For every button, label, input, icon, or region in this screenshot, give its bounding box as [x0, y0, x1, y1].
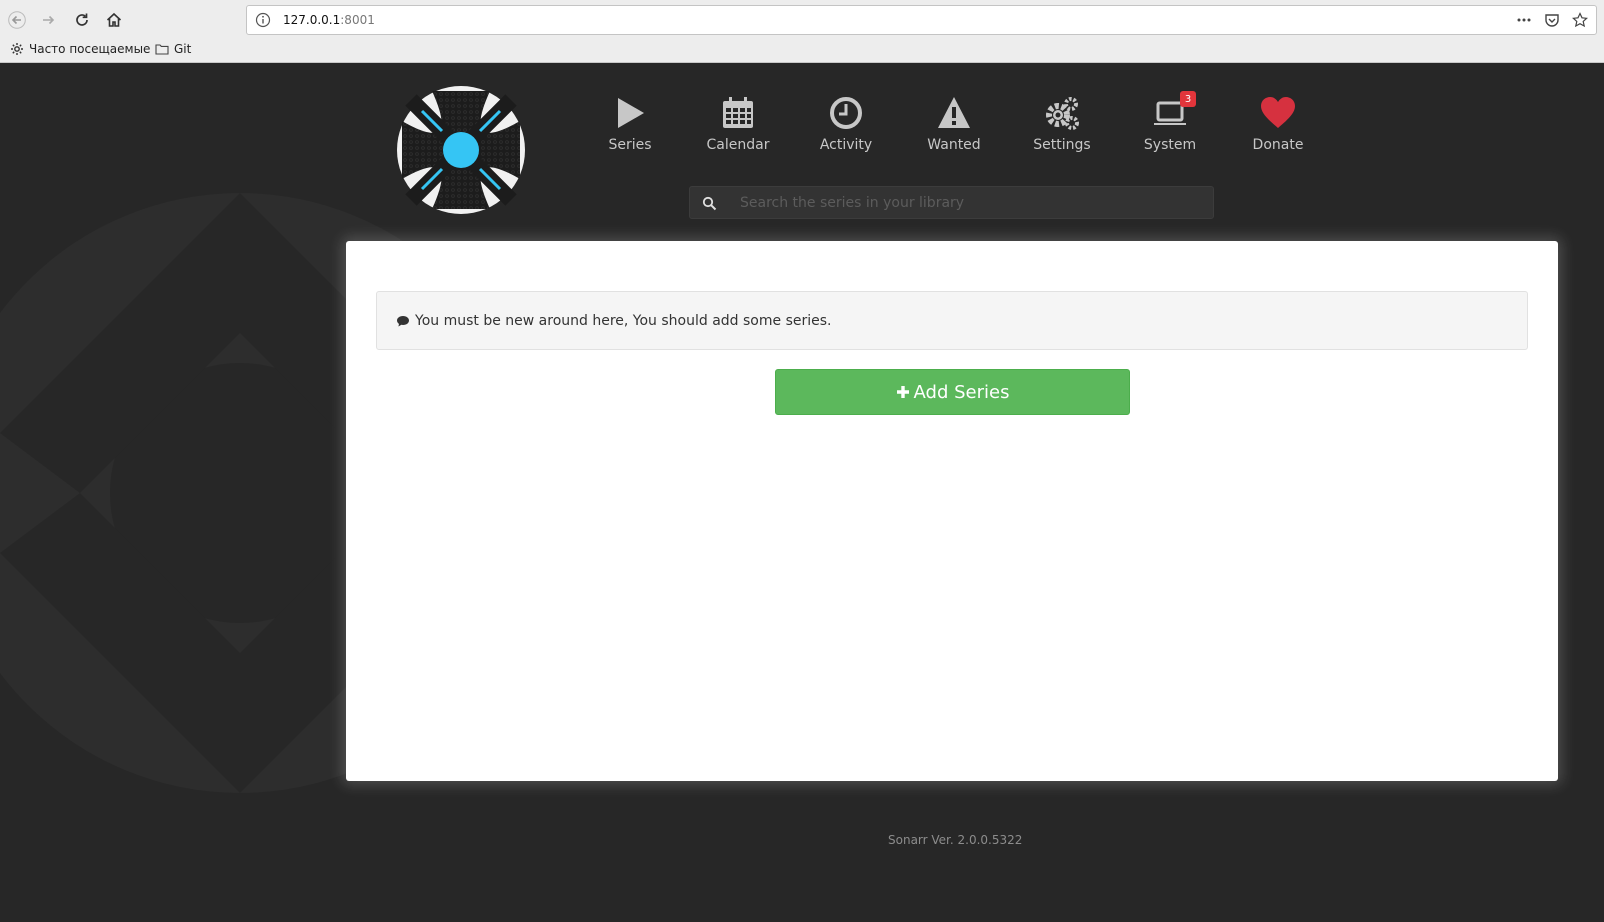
- search-input[interactable]: [738, 187, 1208, 218]
- reload-icon: [76, 13, 88, 26]
- comment-icon: [397, 315, 409, 326]
- play-icon: [610, 93, 650, 133]
- system-badge: 3: [1180, 91, 1196, 107]
- pocket-button[interactable]: [1542, 10, 1562, 30]
- version-text: Sonarr Ver. 2.0.0.5322: [888, 833, 1023, 847]
- reload-button[interactable]: [68, 6, 96, 34]
- gear-icon: [11, 43, 23, 55]
- heart-icon: [1258, 93, 1298, 133]
- gears-icon: [1042, 93, 1082, 133]
- bookmark-git[interactable]: Git: [155, 42, 191, 56]
- plus-icon: [896, 386, 909, 398]
- arrow-left-icon: [8, 11, 26, 29]
- url-actions: [1514, 10, 1590, 32]
- forward-button[interactable]: [35, 6, 63, 34]
- series-search: [689, 186, 1214, 219]
- bookmark-label: Git: [174, 42, 192, 56]
- nav-wanted[interactable]: Wanted: [904, 93, 1004, 163]
- empty-library-alert: You must be new around here, You should …: [376, 291, 1528, 350]
- nav-label: Wanted: [927, 137, 981, 153]
- page-actions-button[interactable]: [1514, 10, 1534, 30]
- nav-system[interactable]: 3 System: [1120, 91, 1220, 163]
- url-port: :8001: [340, 13, 375, 27]
- bookmark-label: Часто посещаемые: [29, 42, 151, 56]
- bookmark-star-button[interactable]: [1570, 10, 1590, 30]
- browser-toolbar: 127.0.0.1:8001: [0, 0, 1604, 40]
- warning-icon: [934, 93, 974, 133]
- home-button[interactable]: [100, 6, 128, 34]
- arrow-right-icon: [43, 15, 55, 25]
- url-text[interactable]: 127.0.0.1:8001: [283, 13, 375, 27]
- more-icon: [1517, 18, 1531, 22]
- add-series-button[interactable]: Add Series: [775, 369, 1130, 415]
- clock-icon: [826, 93, 866, 133]
- nav-label: Donate: [1252, 137, 1304, 153]
- folder-icon: [155, 44, 169, 55]
- content-panel: You must be new around here, You should …: [346, 241, 1558, 781]
- nav-label: Calendar: [706, 137, 770, 153]
- alert-text: You must be new around here, You should …: [415, 312, 832, 329]
- search-icon: [702, 196, 717, 211]
- info-icon[interactable]: [255, 12, 271, 28]
- star-icon: [1572, 12, 1588, 28]
- laptop-icon: 3: [1150, 91, 1196, 133]
- sonarr-page: Series Calendar Activity Wanted Settings…: [0, 63, 1604, 922]
- add-series-label: Add Series: [913, 381, 1010, 403]
- sonarr-logo-icon[interactable]: [396, 85, 526, 215]
- bookmark-most-visited[interactable]: Часто посещаемые: [10, 42, 150, 56]
- nav-donate[interactable]: Donate: [1228, 93, 1328, 163]
- nav-label: System: [1143, 137, 1197, 153]
- nav-calendar[interactable]: Calendar: [688, 93, 788, 163]
- url-bar[interactable]: 127.0.0.1:8001: [246, 5, 1597, 35]
- calendar-icon: [718, 93, 758, 133]
- nav-settings[interactable]: Settings: [1012, 93, 1112, 163]
- nav-label: Settings: [1033, 137, 1091, 153]
- home-icon: [106, 12, 122, 27]
- nav-activity[interactable]: Activity: [796, 93, 896, 163]
- bookmarks-toolbar: Часто посещаемые Git: [0, 40, 1604, 62]
- url-host: 127.0.0.1: [283, 13, 341, 27]
- nav-label: Activity: [819, 137, 873, 153]
- browser-chrome: 127.0.0.1:8001 Часто посещаемые Git: [0, 0, 1604, 63]
- nav-series[interactable]: Series: [580, 93, 680, 163]
- nav-label: Series: [608, 137, 652, 153]
- pocket-icon: [1545, 14, 1559, 27]
- back-button[interactable]: [3, 6, 31, 34]
